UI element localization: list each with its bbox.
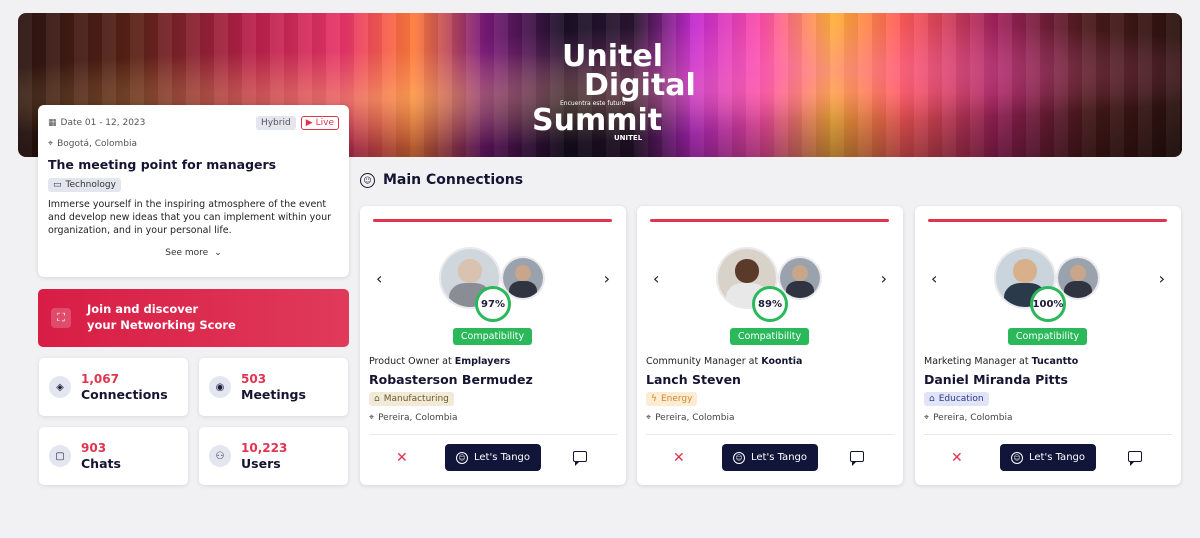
- chat-icon: ▢: [49, 445, 71, 467]
- connection-card: ‹ › 97% Compatibility Product Owner at E…: [360, 206, 626, 485]
- smile-plus-icon: ☺: [733, 451, 745, 464]
- event-location: ⌖ Bogotá, Colombia: [48, 139, 138, 149]
- prev-arrow-icon[interactable]: ‹: [376, 269, 382, 288]
- live-icon: ▶: [305, 118, 313, 128]
- industry-chip: ϟ Energy: [646, 392, 698, 406]
- location-pin-icon: ⌖: [646, 413, 652, 423]
- stat-connections[interactable]: ◈ 1,067 Connections: [39, 358, 188, 416]
- lets-tango-button[interactable]: ☺ Let's Tango: [722, 444, 818, 471]
- stat-meetings[interactable]: ◉ 503 Meetings: [199, 358, 348, 416]
- smile-plus-icon: ☺: [1011, 451, 1023, 464]
- connection-card: ‹ › 100% Compatibility Marketing Manager…: [915, 206, 1181, 485]
- see-more-button[interactable]: See more ⌄: [48, 248, 339, 258]
- event-info-card: ▦ Date 01 - 12, 2023 Hybrid ▶ Live ⌖ Bog…: [38, 105, 349, 277]
- connection-role: Product Owner at Emplayers: [369, 356, 511, 367]
- graduation-cap-icon: ⌂: [929, 394, 935, 404]
- users-icon: ⚇: [209, 445, 231, 467]
- category-chip: ▭ Technology: [48, 178, 121, 192]
- smile-plus-icon: ☺: [360, 172, 375, 188]
- connection-name: Daniel Miranda Pitts: [924, 372, 1068, 387]
- stat-users[interactable]: ⚇ 10,223 Users: [199, 427, 348, 485]
- lets-tango-button[interactable]: ☺ Let's Tango: [445, 444, 541, 471]
- industry-chip: ⌂ Education: [924, 392, 989, 406]
- dismiss-button[interactable]: ✕: [673, 450, 685, 466]
- summit-logo: Unitel Digital Encuentra este futuro Sum…: [532, 39, 696, 143]
- stat-chats[interactable]: ▢ 903 Chats: [39, 427, 188, 485]
- connection-card: ‹ › 89% Compatibility Community Manager …: [637, 206, 903, 485]
- lets-tango-button[interactable]: ☺ Let's Tango: [1000, 444, 1096, 471]
- chevron-down-icon: ⌄: [214, 248, 222, 259]
- hybrid-badge: Hybrid: [255, 116, 296, 130]
- lightning-icon: ϟ: [651, 394, 657, 404]
- compatibility-badge: Compatibility: [1008, 328, 1087, 345]
- next-arrow-icon[interactable]: ›: [881, 269, 887, 288]
- compatibility-score: 100%: [1030, 286, 1066, 322]
- chat-icon[interactable]: [1128, 451, 1142, 466]
- prev-arrow-icon[interactable]: ‹: [931, 269, 937, 288]
- event-description: Immerse yourself in the inspiring atmosp…: [48, 199, 332, 236]
- chat-icon[interactable]: [573, 451, 587, 466]
- compatibility-score: 97%: [475, 286, 511, 322]
- industry-chip: ⌂ Manufacturing: [369, 392, 454, 406]
- connection-location: ⌖ Pereira, Colombia: [369, 413, 458, 423]
- divider: [924, 434, 1172, 435]
- compatibility-badge: Compatibility: [730, 328, 809, 345]
- dismiss-button[interactable]: ✕: [396, 450, 408, 466]
- networking-score-button[interactable]: ⛶ Join and discover your Networking Scor…: [38, 289, 349, 347]
- monitor-icon: ▭: [53, 180, 62, 190]
- connection-name: Lanch Steven: [646, 372, 741, 387]
- chat-icon[interactable]: [850, 451, 864, 466]
- card-accent-bar: [373, 219, 612, 222]
- divider: [646, 434, 894, 435]
- smile-plus-icon: ☺: [456, 451, 468, 464]
- location-pin-icon: ⌖: [369, 413, 375, 423]
- connection-location: ⌖ Pereira, Colombia: [924, 413, 1013, 423]
- divider: [369, 434, 617, 435]
- factory-icon: ⌂: [374, 394, 380, 404]
- calendar-icon: ▦: [48, 118, 57, 128]
- tag-icon: ◈: [49, 376, 71, 398]
- event-title: The meeting point for managers: [48, 157, 277, 172]
- location-pin-icon: ⌖: [48, 139, 54, 149]
- meeting-icon: ◉: [209, 376, 231, 398]
- prev-arrow-icon[interactable]: ‹: [653, 269, 659, 288]
- event-date: ▦ Date 01 - 12, 2023: [48, 118, 146, 128]
- connection-role: Marketing Manager at Tucantto: [924, 356, 1079, 367]
- compatibility-score: 89%: [752, 286, 788, 322]
- connection-location: ⌖ Pereira, Colombia: [646, 413, 735, 423]
- card-accent-bar: [928, 219, 1167, 222]
- compatibility-badge: Compatibility: [453, 328, 532, 345]
- connection-name: Robasterson Bermudez: [369, 372, 533, 387]
- connection-role: Community Manager at Koontia: [646, 356, 803, 367]
- live-badge: ▶ Live: [300, 116, 339, 130]
- card-accent-bar: [650, 219, 889, 222]
- dismiss-button[interactable]: ✕: [951, 450, 963, 466]
- next-arrow-icon[interactable]: ›: [1159, 269, 1165, 288]
- next-arrow-icon[interactable]: ›: [604, 269, 610, 288]
- location-pin-icon: ⌖: [924, 413, 930, 423]
- main-connections-title: ☺ Main Connections: [360, 172, 523, 188]
- user-badge-icon: ⛶: [51, 308, 71, 328]
